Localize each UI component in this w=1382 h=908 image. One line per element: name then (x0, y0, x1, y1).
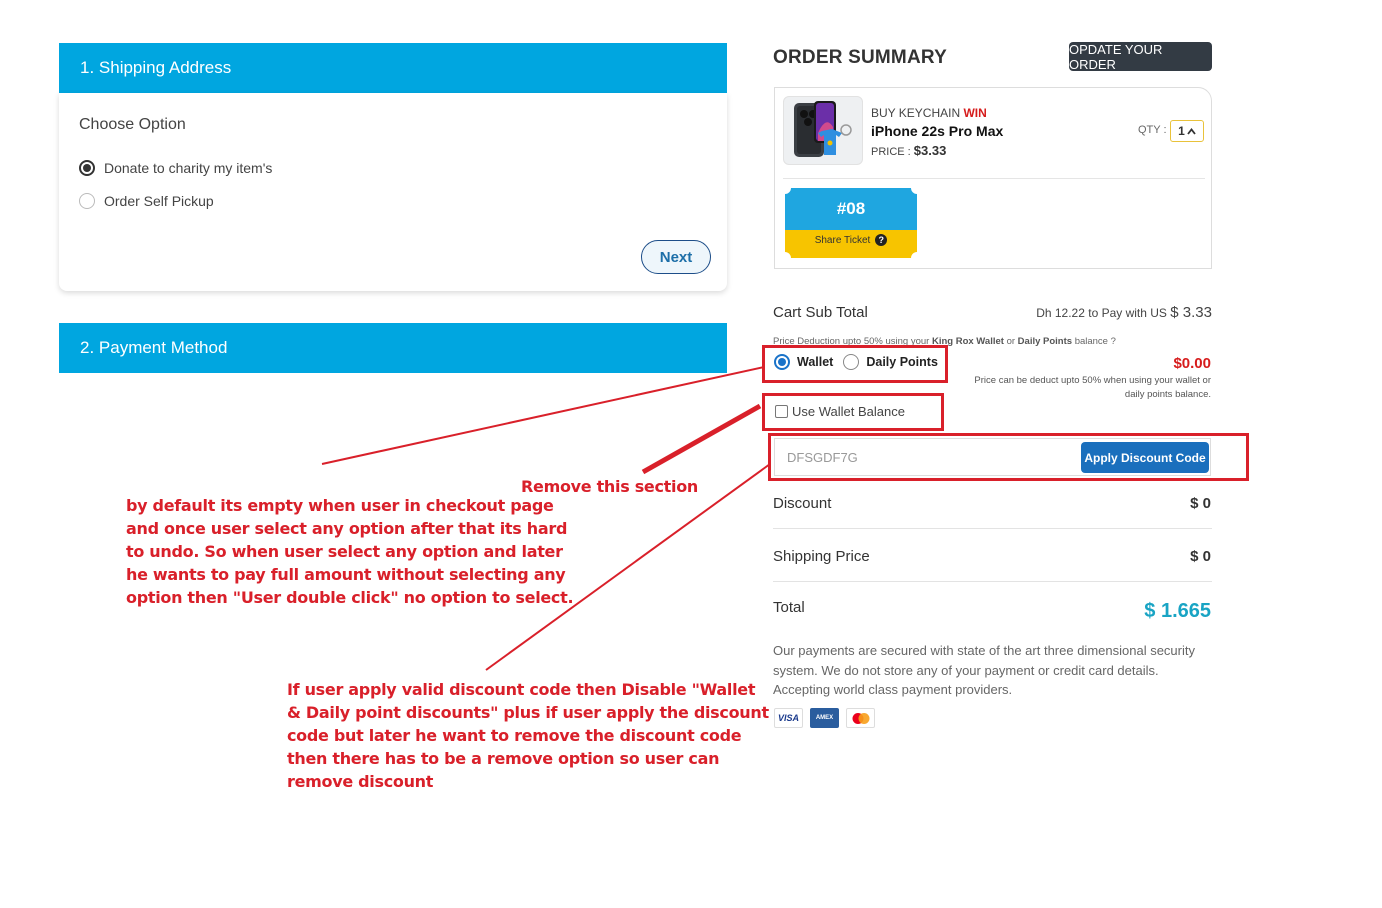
deduction-or: or (1006, 336, 1016, 347)
ticket-number: #08 (836, 199, 866, 218)
shipping-price-value: $ 0 (1190, 548, 1211, 565)
ticket-card[interactable]: #08 Share Ticket ? (785, 188, 917, 258)
promo-prefix: BUY KEYCHAIN (871, 106, 961, 120)
deduction-note-right: Price can be deduct upto 50% when using … (974, 375, 1211, 400)
order-summary-title: ORDER SUMMARY (773, 47, 947, 68)
product-name: iPhone 22s Pro Max (871, 123, 1004, 139)
subtotal-label: Cart Sub Total (773, 304, 868, 321)
shipping-price-label: Shipping Price (773, 548, 870, 565)
amex-icon: AMEX (810, 708, 839, 728)
promo-line: BUY KEYCHAIN WIN (871, 106, 987, 120)
annotation-discount-note: If user apply valid discount code then D… (287, 678, 769, 793)
annotation-line: he wants to pay full amount without sele… (126, 565, 566, 584)
points-name: Daily Points (1017, 336, 1073, 347)
cart-divider (783, 178, 1205, 179)
deduction-amount: $0.00 (1173, 355, 1211, 372)
annotation-line: then there has to be a remove option so … (287, 749, 720, 768)
update-order-button[interactable]: OPDATE YOUR ORDER (1069, 42, 1212, 72)
deduction-note-suffix: balance ? (1074, 336, 1116, 347)
annotation-line: by default its empty when user in checko… (126, 496, 554, 515)
cart-item-card: BUY KEYCHAIN WIN iPhone 22s Pro Max PRIC… (774, 87, 1212, 269)
divider (773, 581, 1212, 582)
discount-value: $ 0 (1190, 495, 1211, 512)
product-price: $3.33 (913, 143, 947, 158)
promo-win-label: WIN (963, 106, 987, 120)
subtotal-dh: Dh 12.22 to Pay with US (1036, 306, 1167, 320)
annotation-line: to undo. So when user select any option … (126, 542, 563, 561)
option-self-pickup[interactable]: Order Self Pickup (79, 193, 214, 209)
annotation-empty-default: by default its empty when user in checko… (126, 494, 574, 609)
payment-method-header[interactable]: 2. Payment Method (59, 323, 727, 373)
subtotal-usd: $ 3.33 (1170, 304, 1212, 321)
radio-donate-selected[interactable] (79, 160, 95, 176)
annotation-line: and once user select any option after th… (126, 519, 568, 538)
annotation-line: option then "User double click" no optio… (126, 588, 574, 607)
qty-selector[interactable]: 1 (1170, 120, 1204, 142)
annotation-line: remove discount (287, 772, 434, 791)
subtotal-amounts: Dh 12.22 to Pay with US $ 3.33 (1036, 304, 1212, 321)
annotation-box-use-wallet (762, 393, 944, 431)
annotation-box-discount (768, 433, 1249, 481)
mastercard-icon (846, 708, 875, 728)
option-donate-label: Donate to charity my item's (104, 160, 273, 176)
radio-self-pickup[interactable] (79, 193, 95, 209)
product-price-line: PRICE : $3.33 (871, 143, 946, 158)
price-label: PRICE : (871, 146, 911, 158)
shipping-address-header[interactable]: 1. Shipping Address (59, 43, 727, 93)
annotation-line: & Daily point discounts" plus if user ap… (287, 703, 769, 722)
option-donate-charity[interactable]: Donate to charity my item's (79, 160, 272, 176)
annotation-line: If user apply valid discount code then D… (287, 680, 756, 699)
share-ticket-label: Share Ticket (814, 234, 871, 246)
annotation-line: code but later he want to remove the dis… (287, 726, 742, 745)
product-image (783, 96, 863, 165)
discount-label: Discount (773, 495, 832, 512)
visa-icon: VISA (774, 708, 803, 728)
help-icon[interactable]: ? (875, 234, 888, 246)
share-ticket[interactable]: Share Ticket ? (785, 234, 917, 246)
chevron-up-icon (1187, 127, 1196, 135)
qty-label: QTY : (1138, 124, 1167, 136)
secure-payments-text: Our payments are secured with state of t… (773, 643, 1195, 697)
next-button[interactable]: Next (641, 240, 711, 274)
total-label: Total (773, 599, 805, 616)
annotation-box-wallet-points (762, 345, 948, 383)
option-self-pickup-label: Order Self Pickup (104, 193, 214, 209)
shipping-address-panel: Choose Option Donate to charity my item'… (59, 93, 727, 291)
total-value: $ 1.665 (1144, 600, 1211, 622)
divider (773, 528, 1212, 529)
choose-option-label: Choose Option (79, 116, 186, 133)
qty-value: 1 (1178, 124, 1185, 138)
